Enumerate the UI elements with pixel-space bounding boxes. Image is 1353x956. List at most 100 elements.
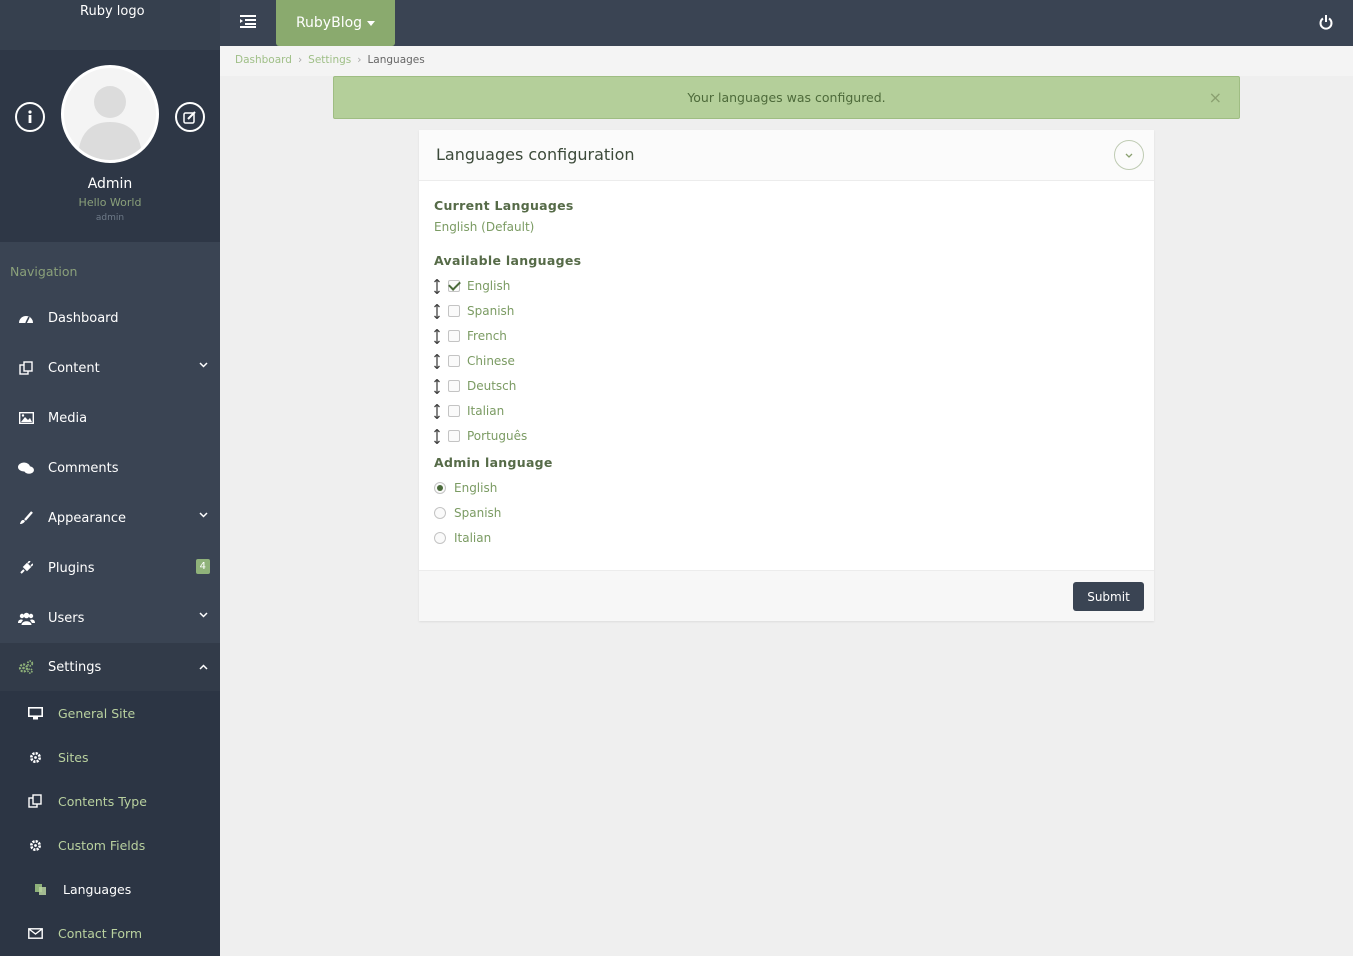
alert-close-button[interactable]: × <box>1209 88 1222 107</box>
available-language-row[interactable]: French <box>433 327 507 345</box>
breadcrumb-bar: Dashboard › Settings › Languages <box>220 46 1353 76</box>
available-languages-label: Available languages <box>434 253 582 268</box>
submit-button[interactable]: Submit <box>1073 582 1144 611</box>
sidebar-item-settings[interactable]: Settings <box>0 643 220 691</box>
submenu-item-label: Custom Fields <box>58 837 146 853</box>
topbar: RubyBlog <box>220 0 1353 46</box>
admin-language-option[interactable]: Spanish <box>434 504 501 522</box>
language-checkbox[interactable] <box>448 305 460 317</box>
submenu-item-label: Sites <box>58 749 89 765</box>
sidebar-item-dashboard[interactable]: Dashboard <box>0 293 220 343</box>
available-language-row[interactable]: Italian <box>433 402 504 420</box>
available-language-row[interactable]: Português <box>433 427 527 445</box>
sidebar-item-label: Users <box>48 610 85 626</box>
admin-language-radio[interactable] <box>434 532 446 544</box>
logo-area: Ruby logo <box>0 0 220 50</box>
available-language-row[interactable]: Deutsch <box>433 377 516 395</box>
breadcrumb-link-dashboard[interactable]: Dashboard <box>235 54 292 66</box>
drag-handle-icon[interactable] <box>433 428 441 444</box>
breadcrumb-link-settings[interactable]: Settings <box>308 54 351 66</box>
submenu-item-general-site[interactable]: General Site <box>0 691 220 735</box>
sidebar-item-content[interactable]: Content <box>0 343 220 393</box>
power-icon[interactable] <box>1319 15 1333 30</box>
submenu-item-contact-form[interactable]: Contact Form <box>0 911 220 955</box>
language-checkbox[interactable] <box>448 330 460 342</box>
info-button[interactable] <box>15 102 45 132</box>
drag-handle-icon[interactable] <box>433 303 441 319</box>
collapse-button[interactable] <box>1114 140 1144 170</box>
panel-body: Current Languages English (Default) Avai… <box>419 181 1154 570</box>
available-language-row[interactable]: English <box>433 277 510 295</box>
language-icon <box>32 882 48 896</box>
panel-footer: Submit <box>419 570 1154 621</box>
admin-language-option[interactable]: Italian <box>434 529 491 547</box>
drag-handle-icon[interactable] <box>433 403 441 419</box>
edit-profile-button[interactable] <box>175 102 205 132</box>
media-icon <box>17 411 35 425</box>
submenu-item-label: General Site <box>58 705 136 721</box>
info-icon <box>28 110 32 123</box>
submenu-item-contents-type[interactable]: Contents Type <box>0 779 220 823</box>
sidebar-item-label: Comments <box>48 460 119 476</box>
panel-header: Languages configuration <box>419 130 1154 181</box>
alert-message: Your languages was configured. <box>687 90 886 105</box>
admin-language-option-label: Spanish <box>454 506 502 520</box>
available-language-row[interactable]: Chinese <box>433 352 515 370</box>
dashboard-icon <box>17 311 35 325</box>
current-languages-value: English (Default) <box>434 220 535 234</box>
sidebar-item-label: Media <box>48 410 88 426</box>
brush-icon <box>17 511 35 525</box>
cog-icon <box>27 750 43 764</box>
submenu-item-custom-fields[interactable]: Custom Fields <box>0 823 220 867</box>
language-label: Deutsch <box>467 379 517 393</box>
edit-icon <box>183 111 196 124</box>
languages-panel: Languages configuration Current Language… <box>419 130 1154 621</box>
sidebar-item-appearance[interactable]: Appearance <box>0 493 220 543</box>
profile-name: Admin <box>87 176 133 192</box>
submenu-item-sites[interactable]: Sites <box>0 735 220 779</box>
admin-language-option-label: Italian <box>454 531 492 545</box>
language-checkbox[interactable] <box>448 380 460 392</box>
sidebar-item-users[interactable]: Users <box>0 593 220 643</box>
comments-icon <box>17 461 35 475</box>
admin-language-radio[interactable] <box>434 482 446 494</box>
submenu-item-label: Languages <box>63 881 132 897</box>
available-language-row[interactable]: Spanish <box>433 302 514 320</box>
plugins-count-badge: 4 <box>195 559 210 574</box>
sidebar-item-plugins[interactable]: Plugins 4 <box>0 543 220 593</box>
plug-icon <box>17 561 35 575</box>
menu-toggle-icon[interactable] <box>240 14 256 28</box>
language-checkbox[interactable] <box>448 430 460 442</box>
users-icon <box>17 611 35 625</box>
language-label: Italian <box>467 404 505 418</box>
language-checkbox[interactable] <box>448 280 460 292</box>
language-label: Spanish <box>467 304 515 318</box>
language-checkbox[interactable] <box>448 405 460 417</box>
sidebar-item-comments[interactable]: Comments <box>0 443 220 493</box>
sidebar-item-label: Appearance <box>48 510 127 526</box>
admin-language-radio[interactable] <box>434 507 446 519</box>
sidebar-item-label: Content <box>48 360 100 376</box>
submenu-item-languages[interactable]: Languages <box>0 867 220 911</box>
sidebar-item-label: Dashboard <box>48 310 119 326</box>
drag-handle-icon[interactable] <box>433 278 441 294</box>
copy-icon <box>27 794 43 808</box>
admin-language-option[interactable]: English <box>434 479 497 497</box>
chevron-down-icon <box>1125 153 1133 158</box>
drag-handle-icon[interactable] <box>433 328 441 344</box>
cogs-icon <box>17 660 35 674</box>
language-checkbox[interactable] <box>448 355 460 367</box>
language-label: Português <box>467 429 528 443</box>
drag-handle-icon[interactable] <box>433 353 441 369</box>
content-icon <box>17 361 35 375</box>
submenu-item-label: Contact Form <box>58 925 143 941</box>
site-switcher-dropdown[interactable]: RubyBlog <box>276 0 395 46</box>
logo[interactable]: Ruby logo <box>80 4 145 19</box>
panel-title: Languages configuration <box>436 145 635 164</box>
chevron-down-icon <box>199 512 208 518</box>
language-label: Chinese <box>467 354 515 368</box>
sidebar-item-media[interactable]: Media <box>0 393 220 443</box>
drag-handle-icon[interactable] <box>433 378 441 394</box>
chevron-down-icon <box>199 362 208 368</box>
breadcrumb-current: Languages <box>367 54 425 66</box>
